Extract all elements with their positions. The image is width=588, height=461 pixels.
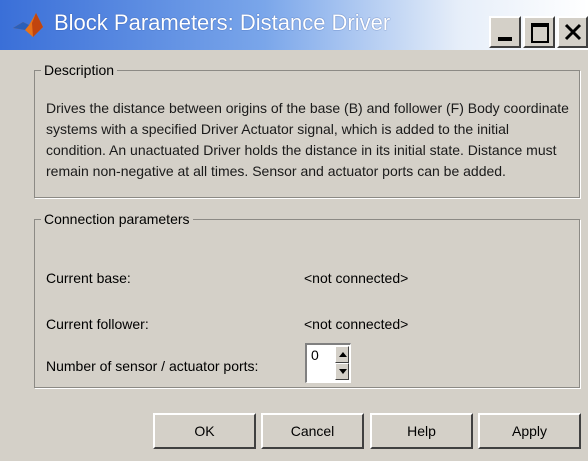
ports-value[interactable]: 0: [311, 347, 319, 363]
apply-button[interactable]: Apply: [478, 413, 581, 449]
spin-up-arrow-icon[interactable]: [335, 346, 349, 363]
connection-parameters-group: Connection parameters Current base: <not…: [34, 211, 580, 388]
ports-spinner[interactable]: 0: [305, 343, 351, 383]
matlab-membrane-icon: [12, 11, 44, 39]
close-icon[interactable]: [557, 16, 588, 48]
current-follower-label: Current follower:: [46, 316, 149, 332]
ok-button[interactable]: OK: [153, 413, 256, 449]
current-base-label: Current base:: [46, 270, 131, 286]
minimize-icon[interactable]: [489, 16, 521, 48]
help-button[interactable]: Help: [370, 413, 473, 449]
connection-legend: Connection parameters: [44, 211, 190, 227]
window-title: Block Parameters: Distance Driver: [54, 10, 391, 35]
cancel-button[interactable]: Cancel: [261, 413, 364, 449]
description-legend: Description: [44, 62, 115, 78]
spin-down-arrow-icon[interactable]: [335, 363, 349, 380]
ports-label: Number of sensor / actuator ports:: [46, 358, 259, 374]
maximize-icon[interactable]: [523, 16, 555, 48]
title-bar[interactable]: Block Parameters: Distance Driver: [0, 0, 588, 50]
description-text: Drives the distance between origins of t…: [46, 100, 569, 179]
current-base-value: <not connected>: [304, 270, 409, 286]
description-group: Description Drives the distance between …: [34, 62, 580, 198]
current-follower-value: <not connected>: [304, 316, 409, 332]
